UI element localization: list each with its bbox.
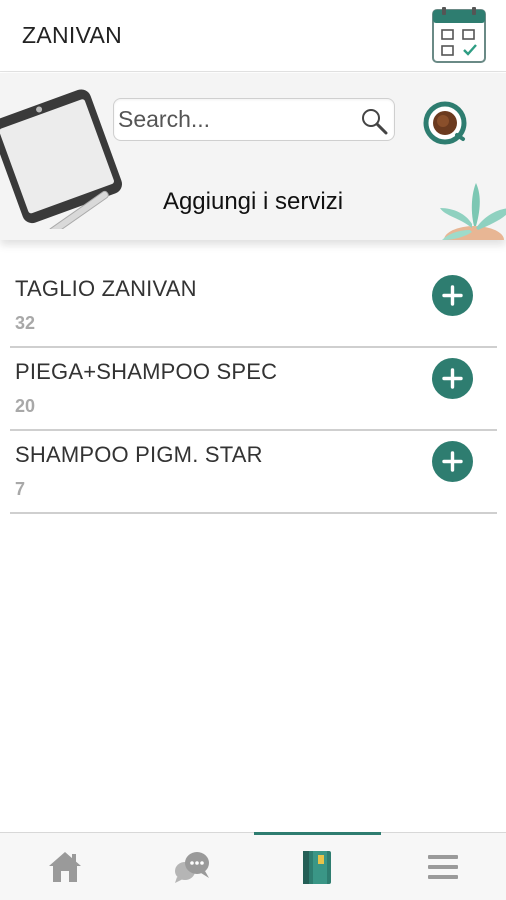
service-count: 32 — [15, 313, 36, 333]
search-header: Aggiungi i servizi — [0, 73, 506, 240]
service-item: SHAMPOO PIGM. STAR 7 — [10, 431, 497, 514]
add-service-button[interactable] — [432, 441, 473, 482]
active-tab-indicator — [254, 832, 381, 835]
bottom-nav — [0, 832, 506, 900]
service-name: SHAMPOO PIGM. STAR — [15, 442, 263, 467]
home-icon — [49, 852, 81, 882]
tab-chat[interactable] — [128, 833, 254, 900]
service-name: TAGLIO ZANIVAN — [15, 276, 197, 301]
add-service-button[interactable] — [432, 275, 473, 316]
tab-menu[interactable] — [380, 833, 506, 900]
top-bar: ZANIVAN — [0, 0, 506, 72]
service-item: PIEGA+SHAMPOO SPEC 20 — [10, 348, 497, 431]
hamburger-menu-icon — [428, 855, 458, 879]
chat-bubbles-icon — [175, 852, 209, 883]
book-icon — [303, 851, 331, 884]
tab-services[interactable] — [254, 833, 380, 900]
service-count: 20 — [15, 396, 36, 416]
coffee-icon[interactable] — [423, 101, 467, 145]
service-item: TAGLIO ZANIVAN 32 — [10, 265, 497, 348]
service-name: PIEGA+SHAMPOO SPEC — [15, 359, 278, 384]
search-icon[interactable] — [359, 106, 389, 136]
tab-home[interactable] — [2, 833, 128, 900]
service-count: 7 — [15, 479, 26, 499]
search-input[interactable] — [118, 103, 353, 136]
add-service-button[interactable] — [432, 358, 473, 399]
search-box[interactable] — [113, 98, 395, 141]
calendar-icon[interactable] — [430, 7, 488, 65]
app-title: ZANIVAN — [22, 22, 123, 48]
section-title: Aggiungi i servizi — [162, 188, 344, 215]
service-list: TAGLIO ZANIVAN 32 PIEGA+SHAMPOO SPEC 20 … — [10, 265, 497, 514]
plus-icon — [442, 368, 463, 389]
plus-icon — [442, 285, 463, 306]
plus-icon — [442, 451, 463, 472]
